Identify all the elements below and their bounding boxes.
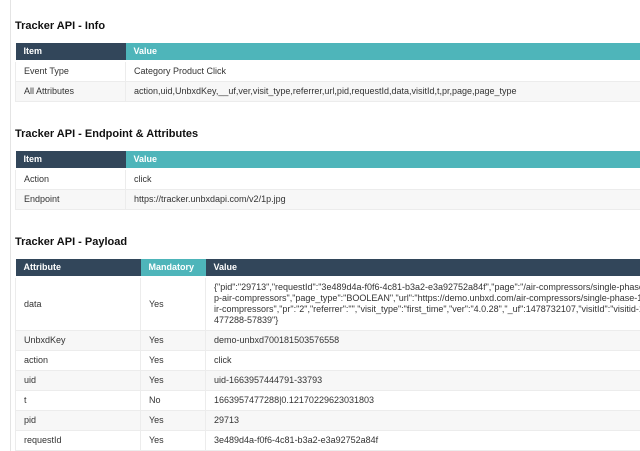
header-row: Item Value xyxy=(16,151,640,169)
endpoint-url-cell: https://tracker.unbxdapi.com/v2/1p.jpg xyxy=(126,190,640,210)
item-value-cell: action,uid,UnbxdKey,__uf,ver,visit_type,… xyxy=(126,82,640,102)
table-row: Endpoint https://tracker.unbxdapi.com/v2… xyxy=(16,190,640,210)
item-value-cell: click xyxy=(126,169,640,190)
attribute-cell: requestId xyxy=(16,431,141,451)
mandatory-cell: No xyxy=(141,391,206,411)
table-row: uid Yes uid-1663957444791-33793 xyxy=(16,371,640,391)
column-header-mandatory: Mandatory xyxy=(141,259,206,277)
section-title-payload: Tracker API - Payload xyxy=(15,236,640,249)
attribute-cell: action xyxy=(16,351,141,371)
column-header-value: Value xyxy=(206,259,640,277)
item-label-cell: Endpoint xyxy=(16,190,126,210)
value-cell: 3e489d4a-f0f6-4c81-b3a2-e3a92752a84f xyxy=(206,431,640,451)
item-label-cell: Action xyxy=(16,169,126,190)
table-row: All Attributes action,uid,UnbxdKey,__uf,… xyxy=(16,82,640,102)
mandatory-cell: Yes xyxy=(141,331,206,351)
item-label-cell: All Attributes xyxy=(16,82,126,102)
mandatory-cell: Yes xyxy=(141,351,206,371)
endpoint-table: Item Value Action click Endpoint https:/… xyxy=(15,151,640,210)
table-row: data Yes {"pid":"29713","requestId":"3e4… xyxy=(16,277,640,331)
value-cell: 29713 xyxy=(206,411,640,431)
info-table: Item Value Event Type Category Product C… xyxy=(15,43,640,102)
section-title-info: Tracker API - Info xyxy=(15,20,640,33)
mandatory-cell: Yes xyxy=(141,411,206,431)
attribute-cell: t xyxy=(16,391,141,411)
table-row: UnbxdKey Yes demo-unbxd700181503576558 xyxy=(16,331,640,351)
table-row: requestId Yes 3e489d4a-f0f6-4c81-b3a2-e3… xyxy=(16,431,640,451)
value-cell: 1663957477288|0.12170229623031803 xyxy=(206,391,640,411)
tracker-panel: Tracker API - Info Item Value Event Type… xyxy=(10,0,640,451)
table-row: pid Yes 29713 xyxy=(16,411,640,431)
table-row: t No 1663957477288|0.12170229623031803 xyxy=(16,391,640,411)
item-value-cell: Category Product Click xyxy=(126,61,640,82)
section-payload: Tracker API - Payload Attribute Mandator… xyxy=(15,236,640,451)
mandatory-cell: Yes xyxy=(141,371,206,391)
column-header-item: Item xyxy=(16,151,126,169)
section-info: Tracker API - Info Item Value Event Type… xyxy=(15,20,640,102)
mandatory-cell: Yes xyxy=(141,277,206,331)
header-row: Attribute Mandatory Value xyxy=(16,259,640,277)
section-endpoint: Tracker API - Endpoint & Attributes Item… xyxy=(15,128,640,210)
mandatory-cell: Yes xyxy=(141,431,206,451)
header-row: Item Value xyxy=(16,43,640,61)
value-cell: click xyxy=(206,351,640,371)
column-header-attribute: Attribute xyxy=(16,259,141,277)
column-header-value: Value xyxy=(126,151,640,169)
value-cell: demo-unbxd700181503576558 xyxy=(206,331,640,351)
value-cell: uid-1663957444791-33793 xyxy=(206,371,640,391)
attribute-cell: UnbxdKey xyxy=(16,331,141,351)
attribute-cell: data xyxy=(16,277,141,331)
payload-json-cell: {"pid":"29713","requestId":"3e489d4a-f0f… xyxy=(206,277,640,331)
table-row: Event Type Category Product Click xyxy=(16,61,640,82)
attribute-cell: pid xyxy=(16,411,141,431)
payload-table: Attribute Mandatory Value data Yes {"pid… xyxy=(15,259,640,451)
column-header-item: Item xyxy=(16,43,126,61)
item-label-cell: Event Type xyxy=(16,61,126,82)
column-header-value: Value xyxy=(126,43,640,61)
table-row: action Yes click xyxy=(16,351,640,371)
table-row: Action click xyxy=(16,169,640,190)
attribute-cell: uid xyxy=(16,371,141,391)
section-title-endpoint: Tracker API - Endpoint & Attributes xyxy=(15,128,640,141)
